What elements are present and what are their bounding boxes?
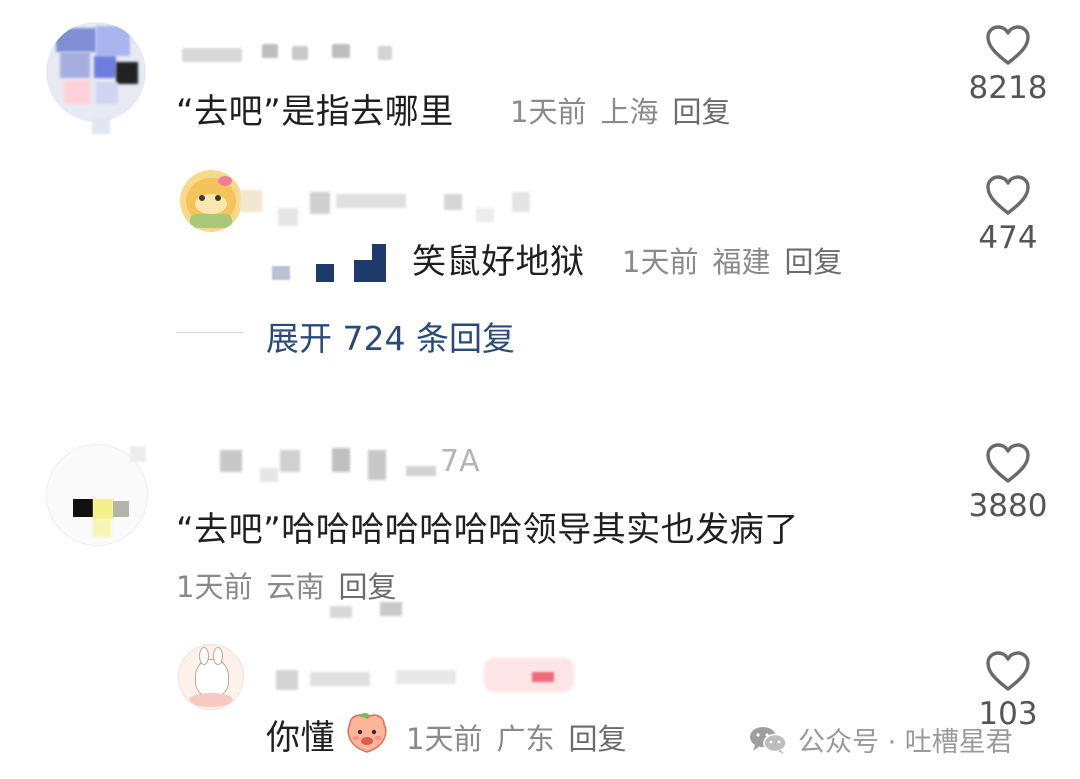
like-count: 8218 bbox=[968, 70, 1048, 106]
comment-meta: 1天前 广东 回复 bbox=[406, 716, 640, 758]
comment-location: 上海 bbox=[600, 95, 659, 129]
like-control[interactable]: 3880 bbox=[953, 442, 1063, 524]
comment-body: “去吧”哈哈哈哈哈哈哈领导其实也发病了 bbox=[176, 510, 799, 550]
username-blurred[interactable] bbox=[276, 658, 576, 704]
comment-item: “去吧”是指去哪里 1天前 上海 回复 8218 bbox=[0, 0, 1080, 160]
comment-body: 笑鼠好地狱 bbox=[412, 242, 585, 282]
comment-body: 你懂 bbox=[266, 718, 335, 758]
username-blurred[interactable] bbox=[182, 42, 412, 62]
comment-time: 1天前 bbox=[176, 570, 253, 604]
comment-time: 1天前 bbox=[510, 95, 587, 129]
expand-replies[interactable]: 展开 724 条回复 bbox=[176, 308, 596, 358]
avatar[interactable] bbox=[46, 22, 146, 122]
reply-button[interactable]: 回复 bbox=[784, 245, 842, 279]
wechat-icon bbox=[748, 724, 788, 756]
avatar[interactable] bbox=[178, 644, 244, 710]
reply-button[interactable]: 回复 bbox=[568, 722, 626, 756]
reply-button[interactable]: 回复 bbox=[672, 95, 730, 129]
comment-body: “去吧”是指去哪里 bbox=[176, 92, 454, 132]
comment-meta: 1天前 上海 回复 bbox=[510, 89, 744, 131]
comment-text: “去吧”哈哈哈哈哈哈哈领导其实也发病了 bbox=[176, 502, 799, 551]
heart-icon[interactable] bbox=[953, 442, 1063, 484]
watermark: 公众号 · 吐槽星君 bbox=[748, 720, 1013, 759]
heart-icon[interactable] bbox=[953, 174, 1063, 216]
like-count: 3880 bbox=[968, 488, 1048, 524]
peach-face-icon bbox=[344, 710, 390, 756]
username-suffix[interactable]: 7A bbox=[440, 444, 480, 479]
reply-item: 笑鼠好地狱 1天前 福建 回复 474 bbox=[0, 160, 1080, 300]
comment-text: 你懂 bbox=[266, 710, 335, 759]
like-control[interactable]: 474 bbox=[953, 174, 1063, 256]
comment-item: 7A “去吧”哈哈哈哈哈哈哈领导其实也发病了 1天前 云南 回复 3880 bbox=[0, 430, 1080, 618]
watermark-text: 公众号 · 吐槽星君 bbox=[798, 727, 1013, 758]
expand-divider bbox=[176, 332, 244, 333]
comment-time: 1天前 bbox=[406, 722, 483, 756]
comment-location: 云南 bbox=[266, 570, 325, 604]
heart-icon[interactable] bbox=[953, 24, 1063, 66]
like-control[interactable]: 8218 bbox=[953, 24, 1063, 106]
comment-text: 笑鼠好地狱 bbox=[412, 234, 585, 283]
comment-text: “去吧”是指去哪里 bbox=[176, 84, 454, 133]
reply-button[interactable]: 回复 bbox=[338, 570, 396, 604]
comment-meta: 1天前 云南 回复 bbox=[176, 564, 410, 606]
expand-replies-label[interactable]: 展开 724 条回复 bbox=[266, 312, 515, 360]
comment-time: 1天前 bbox=[622, 245, 699, 279]
comment-location: 福建 bbox=[712, 245, 771, 279]
like-count: 474 bbox=[978, 220, 1038, 256]
comment-location: 广东 bbox=[496, 722, 555, 756]
heart-icon[interactable] bbox=[953, 650, 1063, 692]
comment-meta: 1天前 福建 回复 bbox=[622, 239, 856, 281]
